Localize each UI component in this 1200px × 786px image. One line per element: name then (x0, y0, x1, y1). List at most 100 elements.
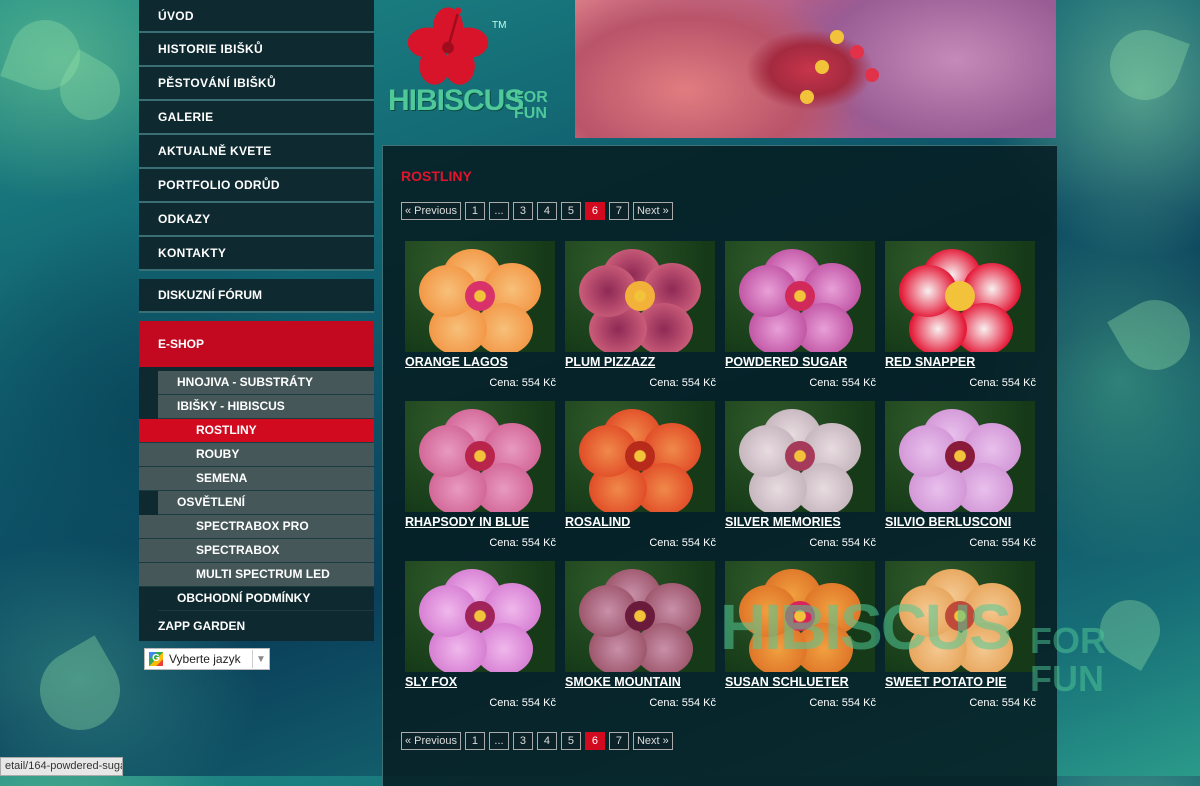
product-image[interactable] (725, 241, 875, 352)
pagination-page[interactable]: 4 (536, 202, 557, 220)
pagination-current-page[interactable]: 6 (584, 202, 605, 220)
sub-item-spectrabox[interactable]: SPECTRABOX (139, 539, 374, 563)
hibiscus-logo-icon (407, 7, 489, 85)
product-price: Cena: 554 Kč (809, 377, 876, 389)
pagination-page[interactable]: 4 (536, 732, 557, 750)
product-name-link[interactable]: SLY FOX (405, 675, 457, 689)
pagination-page[interactable]: 5 (560, 202, 581, 220)
product-name-link[interactable]: RED SNAPPER (885, 355, 975, 369)
product-card[interactable]: POWDERED SUGAR Cena: 554 Kč (725, 241, 876, 396)
pagination-page[interactable]: 3 (512, 732, 533, 750)
nav-item-eshop[interactable]: E-SHOP (139, 321, 374, 367)
product-image[interactable] (725, 401, 875, 512)
nav-item-kontakty[interactable]: KONTAKTY (139, 237, 374, 271)
site-logo[interactable]: TM HIBISCUS FOR FUN (386, 2, 556, 138)
product-price: Cena: 554 Kč (489, 537, 556, 549)
product-name-link[interactable]: ORANGE LAGOS (405, 355, 508, 369)
pagination-previous[interactable]: « Previous (401, 732, 461, 750)
product-price: Cena: 554 Kč (649, 377, 716, 389)
background-flower (25, 635, 135, 745)
pagination-next[interactable]: Next » (632, 202, 673, 220)
product-price: Cena: 554 Kč (489, 697, 556, 709)
product-image[interactable] (565, 241, 715, 352)
background-flower (1100, 20, 1190, 110)
product-name-link[interactable]: SILVER MEMORIES (725, 515, 841, 529)
product-image[interactable] (405, 241, 555, 352)
flower-center (945, 441, 975, 471)
pagination-page[interactable]: 1 (464, 202, 485, 220)
sub-item-obchodni[interactable]: OBCHODNÍ PODMÍNKY (158, 587, 374, 611)
page-title: ROSTLINY (401, 168, 472, 184)
nav-item-zapp-garden[interactable]: ZAPP GARDEN (139, 611, 374, 641)
nav-item-galerie[interactable]: GALERIE (139, 101, 374, 135)
product-card[interactable]: SMOKE MOUNTAIN Cena: 554 Kč (565, 561, 716, 716)
sub-item-semena[interactable]: SEMENA (139, 467, 374, 491)
product-card[interactable]: SILVIO BERLUSCONI Cena: 554 Kč (885, 401, 1036, 556)
nav-item-odkazy[interactable]: ODKAZY (139, 203, 374, 237)
product-price: Cena: 554 Kč (969, 377, 1036, 389)
product-name-link[interactable]: SILVIO BERLUSCONI (885, 515, 1011, 529)
product-name-link[interactable]: PLUM PIZZAZZ (565, 355, 655, 369)
sub-item-osvetleni[interactable]: OSVĚTLENÍ (158, 491, 374, 515)
pagination-next[interactable]: Next » (632, 732, 673, 750)
product-image[interactable] (885, 241, 1035, 352)
pagination-top: « Previous 1 ... 3 4 5 6 7 Next » (401, 202, 673, 220)
sub-item-spectrabox-pro[interactable]: SPECTRABOX PRO (139, 515, 374, 539)
pagination-page[interactable]: 1 (464, 732, 485, 750)
sub-item-rostliny[interactable]: ROSTLINY (139, 419, 374, 443)
pagination-previous[interactable]: « Previous (401, 202, 461, 220)
flower-center (945, 281, 975, 311)
sidebar: ÚVOD HISTORIE IBIŠKŮ PĚSTOVÁNÍ IBIŠKŮ GA… (139, 0, 374, 641)
flower-center (465, 281, 495, 311)
background-flower (1107, 287, 1200, 383)
product-card[interactable]: SLY FOX Cena: 554 Kč (405, 561, 556, 716)
product-card[interactable]: SILVER MEMORIES Cena: 554 Kč (725, 401, 876, 556)
flower-center (785, 441, 815, 471)
product-image[interactable] (565, 401, 715, 512)
nav-item-uvod[interactable]: ÚVOD (139, 0, 374, 33)
nav-item-forum[interactable]: DISKUZNÍ FÓRUM (139, 279, 374, 313)
product-card[interactable]: ROSALIND Cena: 554 Kč (565, 401, 716, 556)
pagination-page[interactable]: 7 (608, 732, 629, 750)
product-image[interactable] (885, 401, 1035, 512)
product-price: Cena: 554 Kč (969, 537, 1036, 549)
nav-item-pestovani[interactable]: PĚSTOVÁNÍ IBIŠKŮ (139, 67, 374, 101)
pagination-ellipsis: ... (488, 202, 509, 220)
nav-item-portfolio[interactable]: PORTFOLIO ODRŮD (139, 169, 374, 203)
product-card[interactable]: PLUM PIZZAZZ Cena: 554 Kč (565, 241, 716, 396)
nav-item-historie[interactable]: HISTORIE IBIŠKŮ (139, 33, 374, 67)
product-image[interactable] (565, 561, 715, 672)
sub-item-multi-spectrum[interactable]: MULTI SPECTRUM LED (139, 563, 374, 587)
trademark-label: TM (492, 20, 507, 31)
product-image[interactable] (405, 561, 555, 672)
language-select[interactable]: G Vyberte jazyk ▼ (144, 648, 270, 670)
product-name-link[interactable]: RHAPSODY IN BLUE (405, 515, 529, 529)
watermark-logo: HIBISCUS FOR FUN (720, 590, 1120, 720)
product-name-link[interactable]: ROSALIND (565, 515, 630, 529)
nav-item-aktualne[interactable]: AKTUALNĚ KVETE (139, 135, 374, 169)
chevron-down-icon: ▼ (256, 653, 266, 665)
product-name-link[interactable]: SMOKE MOUNTAIN (565, 675, 681, 689)
product-card[interactable]: ORANGE LAGOS Cena: 554 Kč (405, 241, 556, 396)
eshop-submenu: HNOJIVA - SUBSTRÁTY IBIŠKY - HIBISCUS RO… (139, 367, 374, 611)
product-card[interactable]: RHAPSODY IN BLUE Cena: 554 Kč (405, 401, 556, 556)
product-card[interactable]: RED SNAPPER Cena: 554 Kč (885, 241, 1036, 396)
sub-item-rouby[interactable]: ROUBY (139, 443, 374, 467)
sub-item-ibisky[interactable]: IBIŠKY - HIBISCUS (158, 395, 374, 419)
pagination-bottom: « Previous 1 ... 3 4 5 6 7 Next » (401, 732, 673, 750)
pagination-page[interactable]: 3 (512, 202, 533, 220)
google-translate-icon: G (149, 652, 163, 666)
pagination-page[interactable]: 5 (560, 732, 581, 750)
banner-stamen (815, 60, 829, 74)
product-image[interactable] (405, 401, 555, 512)
product-name-link[interactable]: POWDERED SUGAR (725, 355, 847, 369)
logo-for: FOR (514, 89, 548, 106)
flower-center (625, 281, 655, 311)
pagination-page[interactable]: 7 (608, 202, 629, 220)
flower-center (785, 281, 815, 311)
pagination-current-page[interactable]: 6 (584, 732, 605, 750)
banner-stamen (800, 90, 814, 104)
banner-stamen (865, 68, 879, 82)
banner-stamen (830, 30, 844, 44)
sub-item-hnojiva[interactable]: HNOJIVA - SUBSTRÁTY (158, 371, 374, 395)
